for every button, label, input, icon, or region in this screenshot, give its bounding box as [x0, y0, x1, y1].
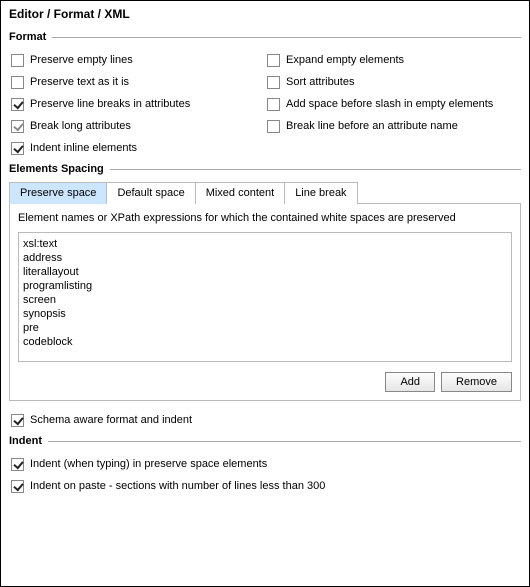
- schema-aware-row[interactable]: Schema aware format and indent: [9, 409, 521, 431]
- tab-mixed-content[interactable]: Mixed content: [195, 182, 285, 204]
- list-item[interactable]: literallayout: [23, 265, 507, 279]
- elements-spacing-header-label: Elements Spacing: [9, 163, 104, 175]
- format-left-column: Preserve empty lines Preserve text as it…: [9, 49, 265, 159]
- checkbox-icon: [11, 414, 24, 427]
- preserve-empty-lines-row[interactable]: Preserve empty lines: [9, 49, 265, 71]
- tab-line-break[interactable]: Line break: [284, 182, 357, 204]
- add-space-before-slash-row[interactable]: Add space before slash in empty elements: [265, 93, 521, 115]
- elements-listbox[interactable]: xsl:text address literallayout programli…: [18, 232, 512, 362]
- list-item[interactable]: programlisting: [23, 279, 507, 293]
- tab-label: Mixed content: [206, 187, 274, 199]
- sort-attributes-row[interactable]: Sort attributes: [265, 71, 521, 93]
- list-item[interactable]: address: [23, 251, 507, 265]
- checkbox-label: Indent on paste - sections with number o…: [30, 480, 325, 492]
- tab-label: Line break: [295, 187, 346, 199]
- indent-on-paste-row[interactable]: Indent on paste - sections with number o…: [9, 475, 521, 497]
- divider: [110, 169, 521, 170]
- preferences-panel: Editor / Format / XML Format Preserve em…: [0, 0, 530, 587]
- checkbox-icon: [11, 76, 24, 89]
- checkbox-icon: [267, 120, 280, 133]
- checkbox-icon: [267, 76, 280, 89]
- checkbox-icon: [11, 120, 24, 133]
- checkbox-label: Expand empty elements: [286, 54, 404, 66]
- list-item[interactable]: synopsis: [23, 307, 507, 321]
- format-right-column: Expand empty elements Sort attributes Ad…: [265, 49, 521, 159]
- checkbox-icon: [11, 54, 24, 67]
- preserve-line-breaks-row[interactable]: Preserve line breaks in attributes: [9, 93, 265, 115]
- indent-group: Indent Indent (when typing) in preserve …: [9, 435, 521, 497]
- tab-label: Default space: [117, 187, 184, 199]
- list-item[interactable]: screen: [23, 293, 507, 307]
- elements-spacing-group: Elements Spacing Preserve space Default …: [9, 163, 521, 431]
- list-item[interactable]: xsl:text: [23, 237, 507, 251]
- checkbox-icon: [11, 98, 24, 111]
- checkbox-label: Preserve line breaks in attributes: [30, 98, 190, 110]
- indent-when-typing-row[interactable]: Indent (when typing) in preserve space e…: [9, 453, 521, 475]
- format-header-label: Format: [9, 31, 46, 43]
- tab-label: Preserve space: [20, 187, 96, 199]
- checkbox-icon: [11, 458, 24, 471]
- remove-button[interactable]: Remove: [441, 372, 512, 392]
- tab-content: Element names or XPath expressions for w…: [9, 204, 521, 401]
- elements-spacing-header: Elements Spacing: [9, 163, 521, 175]
- checkbox-icon: [267, 54, 280, 67]
- checkbox-label: Break long attributes: [30, 120, 131, 132]
- indent-header-label: Indent: [9, 435, 42, 447]
- divider: [48, 441, 521, 442]
- checkbox-label: Schema aware format and indent: [30, 414, 192, 426]
- divider: [52, 37, 521, 38]
- page-title: Editor / Format / XML: [9, 5, 521, 27]
- tab-preserve-space[interactable]: Preserve space: [9, 182, 107, 204]
- button-row: Add Remove: [18, 372, 512, 392]
- preserve-text-as-is-row[interactable]: Preserve text as it is: [9, 71, 265, 93]
- add-button[interactable]: Add: [385, 372, 435, 392]
- format-header: Format: [9, 31, 521, 43]
- checkbox-label: Break line before an attribute name: [286, 120, 458, 132]
- checkbox-label: Add space before slash in empty elements: [286, 98, 493, 110]
- checkbox-icon: [11, 480, 24, 493]
- break-long-attributes-row[interactable]: Break long attributes: [9, 115, 265, 137]
- checkbox-label: Preserve empty lines: [30, 54, 133, 66]
- expand-empty-elements-row[interactable]: Expand empty elements: [265, 49, 521, 71]
- checkbox-label: Indent (when typing) in preserve space e…: [30, 458, 267, 470]
- break-line-before-attr-row[interactable]: Break line before an attribute name: [265, 115, 521, 137]
- checkbox-label: Indent inline elements: [30, 142, 137, 154]
- list-item[interactable]: codeblock: [23, 335, 507, 349]
- tab-description: Element names or XPath expressions for w…: [18, 212, 512, 224]
- indent-inline-elements-row[interactable]: Indent inline elements: [9, 137, 265, 159]
- checkbox-icon: [267, 98, 280, 111]
- list-item[interactable]: pre: [23, 321, 507, 335]
- checkbox-label: Sort attributes: [286, 76, 354, 88]
- checkbox-label: Preserve text as it is: [30, 76, 129, 88]
- checkbox-icon: [11, 142, 24, 155]
- tab-default-space[interactable]: Default space: [106, 182, 195, 204]
- elements-spacing-tabs: Preserve space Default space Mixed conte…: [9, 181, 521, 204]
- format-group: Format Preserve empty lines Preserve tex…: [9, 31, 521, 159]
- indent-header: Indent: [9, 435, 521, 447]
